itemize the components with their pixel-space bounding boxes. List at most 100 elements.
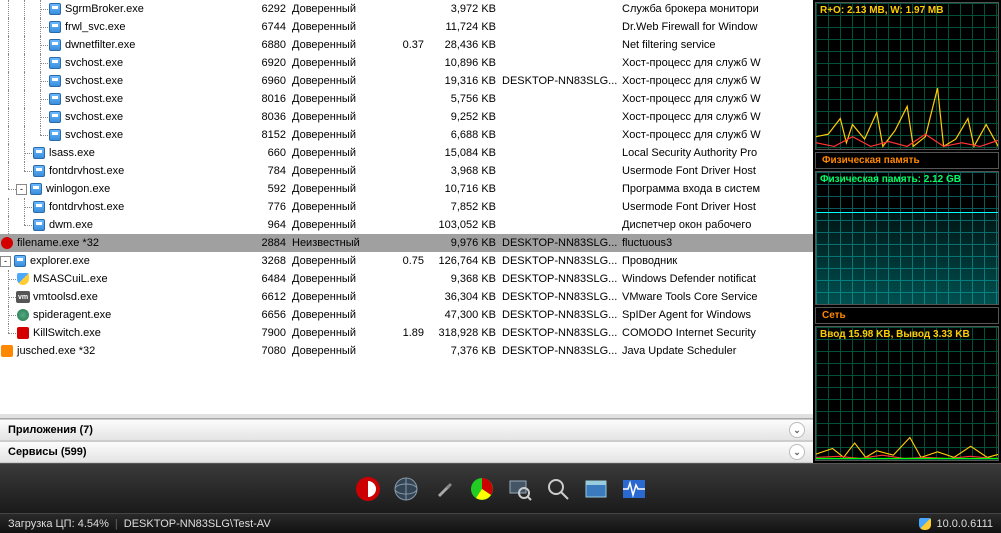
tool-find-window-button[interactable]: [504, 473, 536, 505]
process-pid: 6744: [240, 21, 290, 33]
tool-activity-button[interactable]: [618, 473, 650, 505]
process-desc: Usermode Font Driver Host: [620, 165, 813, 177]
main-area: SgrmBroker.exe6292Доверенный3,972 KBСлуж…: [0, 0, 1001, 463]
tool-comodo-button[interactable]: [352, 473, 384, 505]
process-row[interactable]: MSASCuiL.exe6484Доверенный9,368 KBDESKTO…: [0, 270, 813, 288]
app-icon: [48, 128, 62, 142]
process-row[interactable]: filename.exe *322884Неизвестный9,976 KBD…: [0, 234, 813, 252]
process-row[interactable]: -explorer.exe3268Доверенный0.75126,764 K…: [0, 252, 813, 270]
tool-search-button[interactable]: [542, 473, 574, 505]
app-icon: [32, 146, 46, 160]
network-graph[interactable]: Ввод 15.98 KB, Вывод 3.33 KB: [815, 326, 999, 461]
process-mem: 19,316 KB: [430, 75, 500, 87]
process-row[interactable]: frwl_svc.exe6744Доверенный11,724 KBDr.We…: [0, 18, 813, 36]
process-row[interactable]: svchost.exe8016Доверенный5,756 KBХост-пр…: [0, 90, 813, 108]
section-applications-label: Приложения (7): [8, 424, 93, 436]
process-row[interactable]: svchost.exe8036Доверенный9,252 KBХост-пр…: [0, 108, 813, 126]
process-name: fontdrvhost.exe: [49, 165, 124, 177]
memory-graph[interactable]: Физическая память: 2.12 GB: [815, 171, 999, 306]
process-rating: Доверенный: [290, 345, 380, 357]
tool-tools-button[interactable]: [428, 473, 460, 505]
process-desc: SpIDer Agent for Windows: [620, 309, 813, 321]
process-row[interactable]: lsass.exe660Доверенный15,084 KBLocal Sec…: [0, 144, 813, 162]
process-desc: fluctuous3: [620, 237, 813, 249]
tool-pie-button[interactable]: [466, 473, 498, 505]
process-row[interactable]: svchost.exe6960Доверенный19,316 KBDESKTO…: [0, 72, 813, 90]
process-mem: 15,084 KB: [430, 147, 500, 159]
process-pid: 6484: [240, 273, 290, 285]
process-user: DESKTOP-NN83SLG...: [500, 327, 620, 339]
process-row[interactable]: dwnetfilter.exe6880Доверенный0.3728,436 …: [0, 36, 813, 54]
process-row[interactable]: jusched.exe *327080Доверенный7,376 KBDES…: [0, 342, 813, 360]
tool-window-button[interactable]: [580, 473, 612, 505]
process-row[interactable]: vmvmtoolsd.exe6612Доверенный36,304 KBDES…: [0, 288, 813, 306]
process-cpu: 0.75: [380, 255, 430, 267]
process-desc: Net filtering service: [620, 39, 813, 51]
app-icon: [48, 74, 62, 88]
left-panel: SgrmBroker.exe6292Доверенный3,972 KBСлуж…: [0, 0, 813, 463]
process-rating: Неизвестный: [290, 237, 380, 249]
process-row[interactable]: dwm.exe964Доверенный103,052 KBДиспетчер …: [0, 216, 813, 234]
process-cpu: 1.89: [380, 327, 430, 339]
process-rating: Доверенный: [290, 93, 380, 105]
process-name: fontdrvhost.exe: [49, 201, 124, 213]
process-desc: Usermode Font Driver Host: [620, 201, 813, 213]
process-name: MSASCuiL.exe: [33, 273, 108, 285]
process-name: svchost.exe: [65, 57, 123, 69]
collapse-icon[interactable]: ⌄: [789, 444, 805, 460]
process-mem: 11,724 KB: [430, 21, 500, 33]
process-row[interactable]: fontdrvhost.exe776Доверенный7,852 KBUser…: [0, 198, 813, 216]
java-icon: [0, 344, 14, 358]
process-desc: Хост-процесс для служб W: [620, 75, 813, 87]
spider-icon: [16, 308, 30, 322]
process-name: winlogon.exe: [46, 183, 110, 195]
app-icon: [48, 20, 62, 34]
process-pid: 964: [240, 219, 290, 231]
app-icon: [32, 164, 46, 178]
process-desc: Хост-процесс для служб W: [620, 111, 813, 123]
process-desc: Проводник: [620, 255, 813, 267]
app-icon: [32, 200, 46, 214]
process-pid: 6292: [240, 3, 290, 15]
process-rating: Доверенный: [290, 75, 380, 87]
app-icon: [48, 38, 62, 52]
process-rating: Доверенный: [290, 129, 380, 141]
tool-globe-button[interactable]: [390, 473, 422, 505]
collapse-icon[interactable]: ⌄: [789, 422, 805, 438]
process-row[interactable]: svchost.exe6920Доверенный10,896 KBХост-п…: [0, 54, 813, 72]
section-applications[interactable]: Приложения (7) ⌄: [0, 419, 813, 441]
network-graph-label: Ввод 15.98 KB, Вывод 3.33 KB: [820, 329, 970, 340]
process-desc: Хост-процесс для служб W: [620, 57, 813, 69]
tree-expander[interactable]: -: [16, 184, 27, 195]
process-rating: Доверенный: [290, 57, 380, 69]
process-mem: 318,928 KB: [430, 327, 500, 339]
process-mem: 36,304 KB: [430, 291, 500, 303]
process-list[interactable]: SgrmBroker.exe6292Доверенный3,972 KBСлуж…: [0, 0, 813, 413]
process-name: svchost.exe: [65, 129, 123, 141]
process-row[interactable]: fontdrvhost.exe784Доверенный3,968 KBUser…: [0, 162, 813, 180]
process-name: svchost.exe: [65, 75, 123, 87]
process-pid: 7900: [240, 327, 290, 339]
process-mem: 6,688 KB: [430, 129, 500, 141]
process-row[interactable]: KillSwitch.exe7900Доверенный1.89318,928 …: [0, 324, 813, 342]
section-services[interactable]: Сервисы (599) ⌄: [0, 441, 813, 463]
tree-expander[interactable]: -: [0, 256, 11, 267]
process-mem: 126,764 KB: [430, 255, 500, 267]
process-mem: 9,976 KB: [430, 237, 500, 249]
process-rating: Доверенный: [290, 309, 380, 321]
toolbar: [0, 463, 1001, 513]
process-row[interactable]: spideragent.exe6656Доверенный47,300 KBDE…: [0, 306, 813, 324]
process-row[interactable]: svchost.exe8152Доверенный6,688 KBХост-пр…: [0, 126, 813, 144]
app-icon: [32, 218, 46, 232]
process-row[interactable]: -winlogon.exe592Доверенный10,716 KBПрогр…: [0, 180, 813, 198]
process-pid: 592: [240, 183, 290, 195]
disk-graph[interactable]: R+O: 2.13 MB, W: 1.97 MB: [815, 2, 999, 150]
process-pid: 6880: [240, 39, 290, 51]
status-cpu: Загрузка ЦП: 4.54%: [8, 518, 109, 530]
process-row[interactable]: SgrmBroker.exe6292Доверенный3,972 KBСлуж…: [0, 0, 813, 18]
process-rating: Доверенный: [290, 327, 380, 339]
process-pid: 6920: [240, 57, 290, 69]
process-user: DESKTOP-NN83SLG...: [500, 273, 620, 285]
process-user: DESKTOP-NN83SLG...: [500, 255, 620, 267]
shield-icon: [919, 518, 931, 530]
